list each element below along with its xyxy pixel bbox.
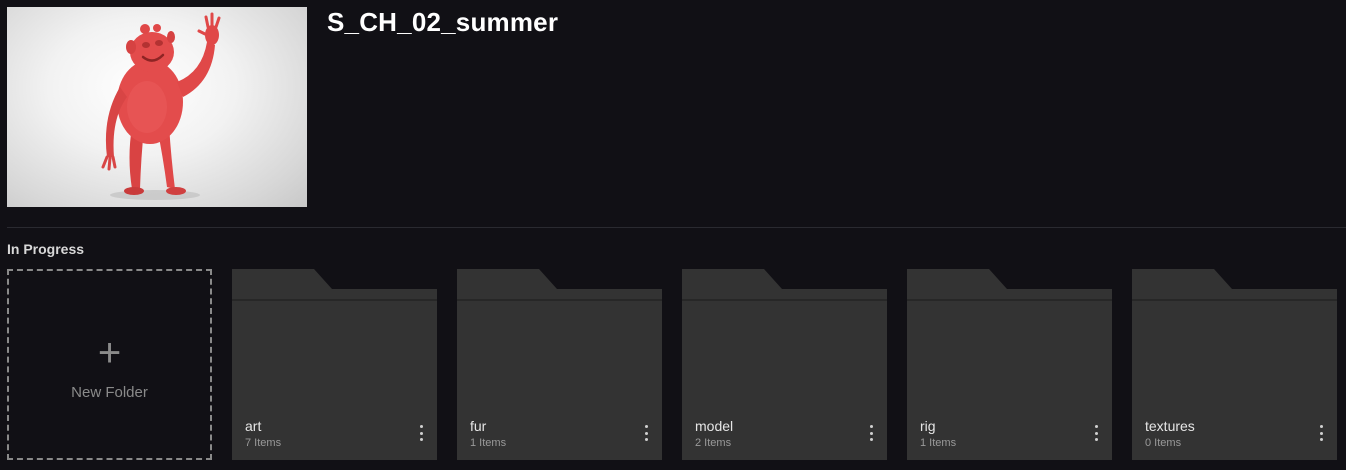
plus-icon: + [97,331,122,375]
folder-tab-shape [1132,269,1337,299]
more-options-icon[interactable] [1317,425,1325,441]
folder-tab-shape [907,269,1112,299]
folder-tab-shape [457,269,662,299]
character-render-image [101,12,221,200]
folder-item-count: 2 Items [695,437,732,449]
asset-title: S_CH_02_summer [327,7,559,37]
folder-card-rig[interactable]: rig 1 Items [907,269,1112,460]
folder-name: rig [920,418,936,434]
folder-tab-shape [232,269,437,299]
section-label: In Progress [7,241,85,257]
folder-body [1132,299,1337,460]
folder-body [907,299,1112,460]
folder-card-textures[interactable]: textures 0 Items [1132,269,1337,460]
folder-divider [682,299,887,301]
more-options-icon[interactable] [1092,425,1100,441]
folder-divider [232,299,437,301]
asset-page: S_CH_02_summer In Progress + New Folder … [0,0,1346,470]
folder-name: fur [470,418,487,434]
folder-item-count: 1 Items [470,437,507,449]
section-divider [7,227,1346,228]
folder-item-count: 1 Items [920,437,957,449]
folder-body [457,299,662,460]
folder-tab-shape [682,269,887,299]
more-options-icon[interactable] [642,425,650,441]
folder-card-fur[interactable]: fur 1 Items [457,269,662,460]
folder-name: textures [1145,418,1195,434]
new-folder-label: New Folder [71,384,148,401]
folder-item-count: 0 Items [1145,437,1182,449]
folder-card-model[interactable]: model 2 Items [682,269,887,460]
folder-item-count: 7 Items [245,437,282,449]
folder-body [682,299,887,460]
more-options-icon[interactable] [417,425,425,441]
folder-divider [1132,299,1337,301]
folder-divider [907,299,1112,301]
asset-thumbnail[interactable] [7,7,307,207]
more-options-icon[interactable] [867,425,875,441]
folder-divider [457,299,662,301]
new-folder-button[interactable]: + New Folder [7,269,212,460]
folder-card-art[interactable]: art 7 Items [232,269,437,460]
folder-body [232,299,437,460]
folder-name: art [245,418,262,434]
folder-name: model [695,418,734,434]
